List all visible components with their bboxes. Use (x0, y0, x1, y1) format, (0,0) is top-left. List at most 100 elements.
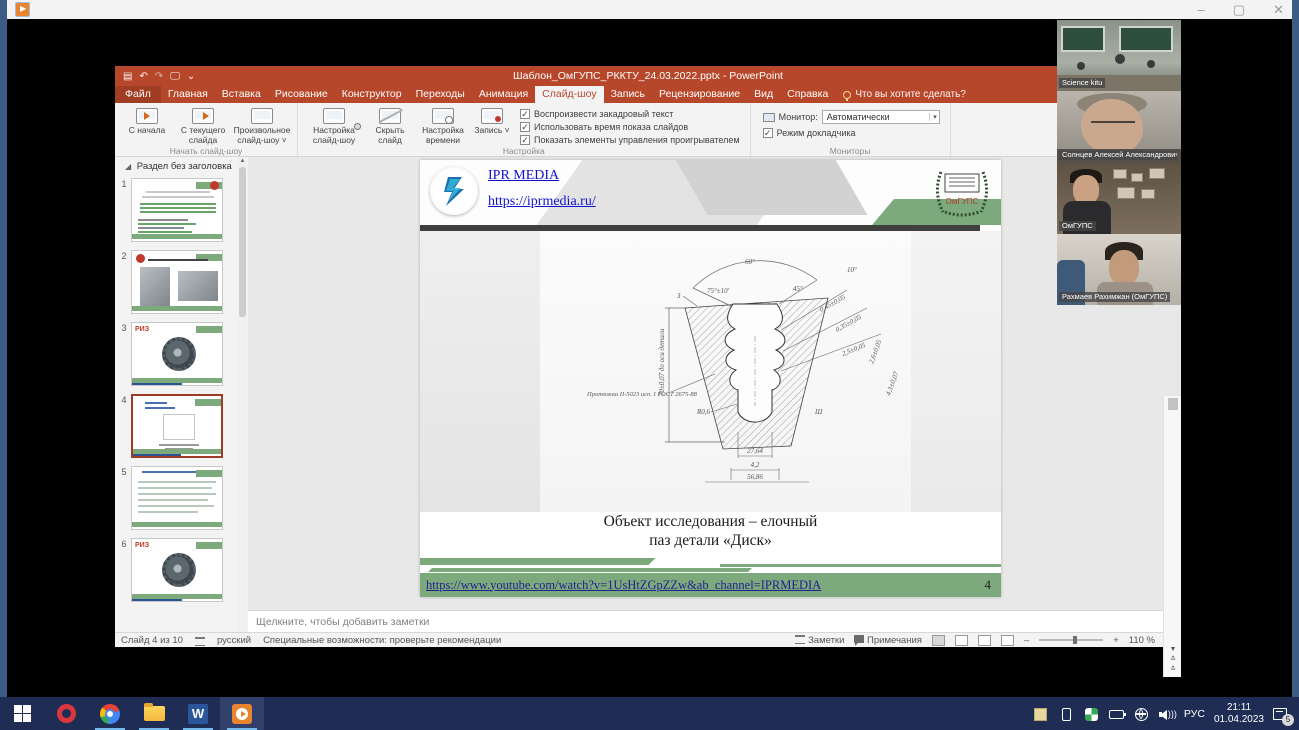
previous-slide-button[interactable]: ≛ (1164, 655, 1182, 665)
from-start-button[interactable]: С начала (119, 105, 175, 146)
defender-icon[interactable] (1084, 706, 1100, 722)
usb-icon[interactable] (1059, 706, 1075, 722)
participant-video-2[interactable]: Солнцев Алексей Александрович (1057, 91, 1181, 162)
comments-toggle-button[interactable]: Примечания (854, 635, 922, 646)
next-slide-button[interactable]: ≛ (1164, 665, 1182, 675)
slide-canvas[interactable]: IPR MEDIA https://iprmedia.ru/ (248, 157, 1181, 610)
record-button[interactable]: Запись ˅ (472, 105, 512, 146)
thumbnail-preview (131, 250, 223, 314)
taskbar-explorer[interactable] (132, 697, 176, 730)
scrollbar-thumb[interactable] (239, 167, 246, 317)
show-media-controls-checkbox[interactable]: ✓ Показать элементы управления проигрыва… (520, 135, 740, 145)
battery-icon[interactable] (1109, 706, 1125, 722)
use-timings-checkbox[interactable]: ✓ Использовать время показа слайдов (520, 122, 740, 132)
start-button[interactable] (0, 697, 44, 730)
tab-draw[interactable]: Рисование (268, 86, 335, 103)
hide-slide-button[interactable]: Скрыть слайд (366, 105, 414, 146)
rehearse-timings-button[interactable]: Настройка времени (414, 105, 472, 146)
normal-view-button[interactable] (932, 635, 945, 646)
tab-slideshow[interactable]: Слайд-шоу (535, 86, 603, 103)
accessibility-checker[interactable]: Специальные возможности: проверьте реком… (263, 635, 501, 646)
group-monitors: Монитор: Автоматически ▾ ✓ Режим докладч… (751, 103, 951, 156)
slide-sorter-view-button[interactable] (955, 635, 968, 646)
svg-text:4,3±0,07: 4,3±0,07 (884, 370, 900, 397)
youtube-link[interactable]: https://www.youtube.com/watch?v=1UsHtZGp… (426, 578, 821, 593)
tab-insert[interactable]: Вставка (215, 86, 268, 103)
presenter-view-checkbox[interactable]: ✓ Режим докладчика (763, 128, 940, 138)
main-scrollbar[interactable]: ▼ ≛ ≛ (1163, 396, 1181, 677)
language-indicator[interactable]: русский (217, 635, 251, 646)
zoom-slider-thumb[interactable] (1073, 636, 1077, 644)
participant-video-4[interactable]: Рахмаев Рахимжан (ОмГУПС) (1057, 234, 1181, 305)
collapse-section-icon: ◢ (125, 162, 131, 171)
tab-transitions[interactable]: Переходы (409, 86, 472, 103)
network-icon[interactable] (1134, 706, 1150, 722)
tab-view[interactable]: Вид (747, 86, 780, 103)
host-maximize-button[interactable]: ▢ (1233, 2, 1245, 18)
ppt-titlebar[interactable]: ▤ ↶ ↷ 🖵 ⌄ Шаблон_ОмГУПС_РККТУ_24.03.2022… (115, 66, 1181, 86)
notification-center[interactable]: 5 (1273, 706, 1289, 722)
monitor-dropdown[interactable]: Автоматически ▾ (822, 110, 940, 124)
svg-text:2,5±0,05: 2,5±0,05 (841, 341, 867, 358)
tab-home[interactable]: Главная (161, 86, 215, 103)
ipr-media-link[interactable]: IPR MEDIA (488, 168, 559, 184)
panel-scrollbar[interactable]: ▲ (238, 157, 247, 632)
participant-name-label: Рахмаев Рахимжан (ОмГУПС) (1059, 292, 1170, 302)
tray-app-icon[interactable] (1034, 706, 1050, 722)
volume-icon[interactable]: ))) (1159, 706, 1175, 722)
zoom-out-button[interactable]: – (1024, 635, 1029, 646)
slide-thumbnail-2[interactable]: 2 (117, 250, 246, 314)
ipr-media-url-link[interactable]: https://iprmedia.ru/ (488, 194, 596, 210)
tab-file[interactable]: Файл (115, 86, 161, 103)
svg-text:0,45±0,05: 0,45±0,05 (818, 293, 847, 314)
tab-animations[interactable]: Анимация (472, 86, 535, 103)
host-window-titlebar[interactable]: – ▢ ✕ (7, 0, 1292, 19)
scrollbar-thumb[interactable] (1168, 398, 1178, 410)
language-switcher[interactable]: РУС (1184, 708, 1205, 720)
clock[interactable]: 21:11 01.04.2023 (1214, 702, 1264, 726)
notes-pane[interactable]: Щелкните, чтобы добавить заметки (248, 610, 1181, 632)
media-player-icon (232, 704, 252, 724)
notes-toggle-button[interactable]: Заметки (795, 634, 844, 646)
display-settings-icon[interactable] (195, 637, 205, 646)
tell-me-search[interactable]: Что вы хотите сделать? (835, 86, 974, 103)
slide-thumbnail-6[interactable]: 6 РИЗ (117, 538, 246, 602)
taskbar-media-app[interactable] (220, 697, 264, 730)
tab-review[interactable]: Рецензирование (652, 86, 747, 103)
zoom-level[interactable]: 110 % (1129, 635, 1155, 646)
ipr-media-logo (430, 167, 478, 215)
slide-4[interactable]: IPR MEDIA https://iprmedia.ru/ (420, 160, 1001, 597)
tab-help[interactable]: Справка (780, 86, 835, 103)
host-close-button[interactable]: ✕ (1273, 2, 1284, 18)
slide-thumbnail-4-selected[interactable]: 4 (117, 394, 246, 458)
checkbox-checked-icon: ✓ (520, 135, 530, 145)
svg-text:ОмГУПС: ОмГУПС (946, 197, 979, 206)
play-narrations-checkbox[interactable]: ✓ Воспроизвести закадровый текст (520, 109, 740, 119)
firtree-groove-drawing: 60° 75°±10' 45° 10° 0,45±0,05 0,35±0,05 … (585, 246, 925, 496)
slide-thumbnail-5[interactable]: 5 (117, 466, 246, 530)
setup-slideshow-button[interactable]: Настройка слайд-шоу (302, 105, 366, 146)
svg-text:2,6±0,05: 2,6±0,05 (867, 338, 883, 365)
tab-record[interactable]: Запись (604, 86, 652, 103)
zoom-in-button[interactable]: + (1113, 635, 1119, 646)
slide-thumbnail-1[interactable]: 1 (117, 178, 246, 242)
from-current-button[interactable]: С текущего слайда (175, 105, 231, 146)
section-header[interactable]: ◢ Раздел без заголовка (115, 157, 248, 174)
scroll-down-icon[interactable]: ▼ (1164, 645, 1182, 655)
taskbar-chrome[interactable] (88, 697, 132, 730)
slide-page-number: 4 (985, 577, 992, 593)
tab-design[interactable]: Конструктор (335, 86, 409, 103)
scroll-up-icon[interactable]: ▲ (238, 157, 247, 166)
participant-video-3[interactable]: ОмГУПС (1057, 163, 1181, 234)
participant-video-1[interactable]: Science kitu (1057, 20, 1181, 91)
custom-slideshow-button[interactable]: Произвольное слайд-шоу ˅ (231, 105, 293, 146)
taskbar-word[interactable]: W (176, 697, 220, 730)
host-minimize-button[interactable]: – (1198, 2, 1205, 17)
zoom-slider[interactable] (1039, 639, 1103, 641)
taskbar-opera[interactable] (44, 697, 88, 730)
slide-thumbnail-3[interactable]: 3 РИЗ (117, 322, 246, 386)
video-conference-panel: Science kitu Солнцев Алексей Александров… (1057, 20, 1181, 305)
slideshow-view-button[interactable] (1001, 635, 1014, 646)
slide-caption[interactable]: Объект исследования – елочный паз детали… (420, 512, 1001, 551)
reading-view-button[interactable] (978, 635, 991, 646)
